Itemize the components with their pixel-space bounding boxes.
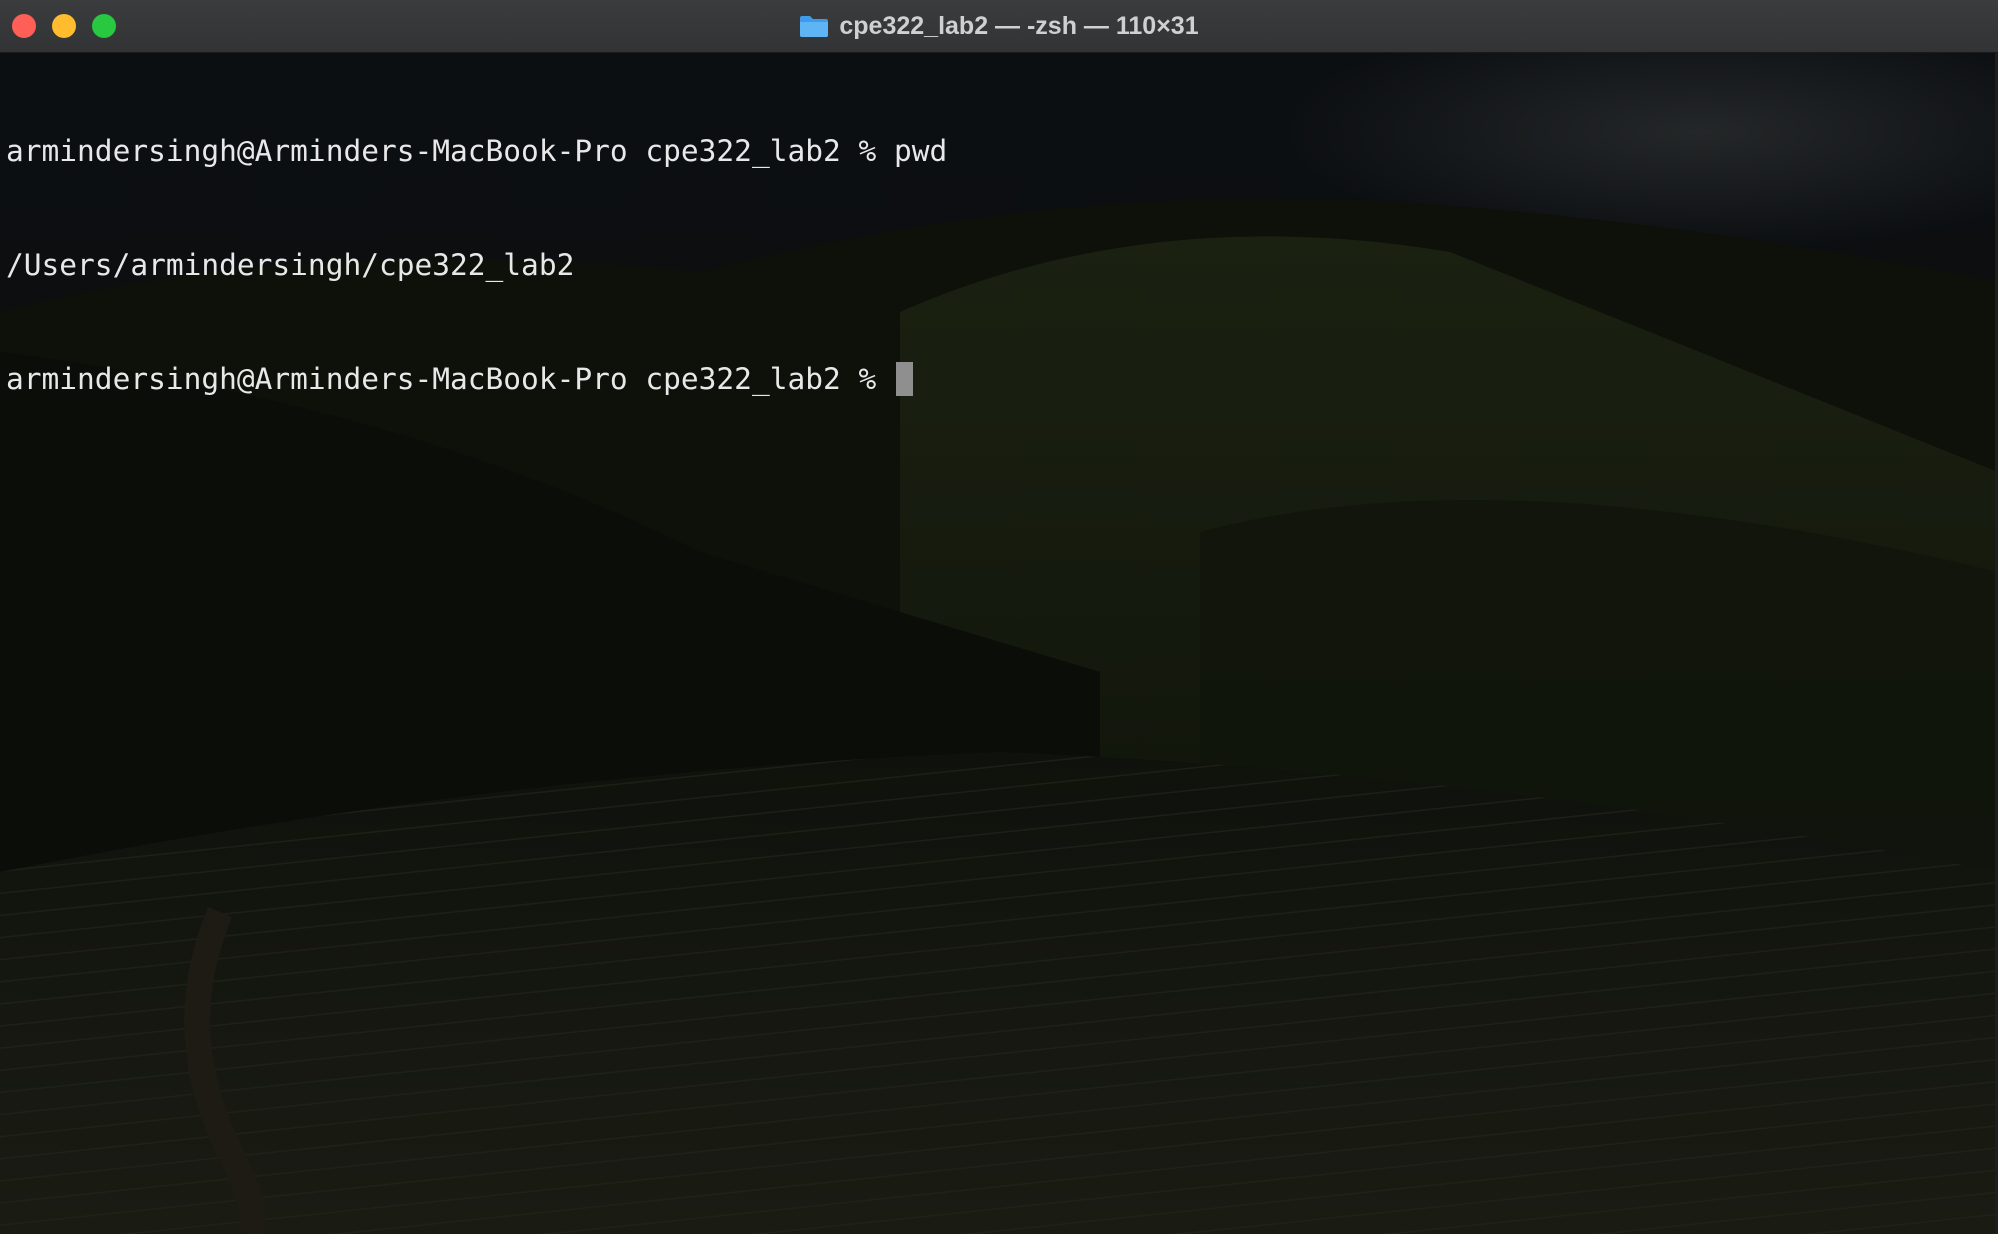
terminal-prompt-line: armindersingh@Arminders-MacBook-Pro cpe3… [6, 360, 1990, 398]
folder-icon [799, 14, 829, 38]
window-title-text: cpe322_lab2 — -zsh — 110×31 [839, 11, 1199, 40]
title-bar[interactable]: cpe322_lab2 — -zsh — 110×31 [0, 0, 1998, 53]
text-cursor [896, 362, 914, 396]
terminal-prompt: armindersingh@Arminders-MacBook-Pro cpe3… [6, 362, 895, 396]
terminal-line: /Users/armindersingh/cpe322_lab2 [6, 248, 575, 282]
terminal-line: armindersingh@Arminders-MacBook-Pro cpe3… [6, 134, 948, 168]
window-title: cpe322_lab2 — -zsh — 110×31 [0, 0, 1998, 52]
terminal-window: cpe322_lab2 — -zsh — 110×31 armindersing… [0, 0, 1998, 1234]
terminal-content[interactable]: armindersingh@Arminders-MacBook-Pro cpe3… [0, 52, 1990, 1234]
